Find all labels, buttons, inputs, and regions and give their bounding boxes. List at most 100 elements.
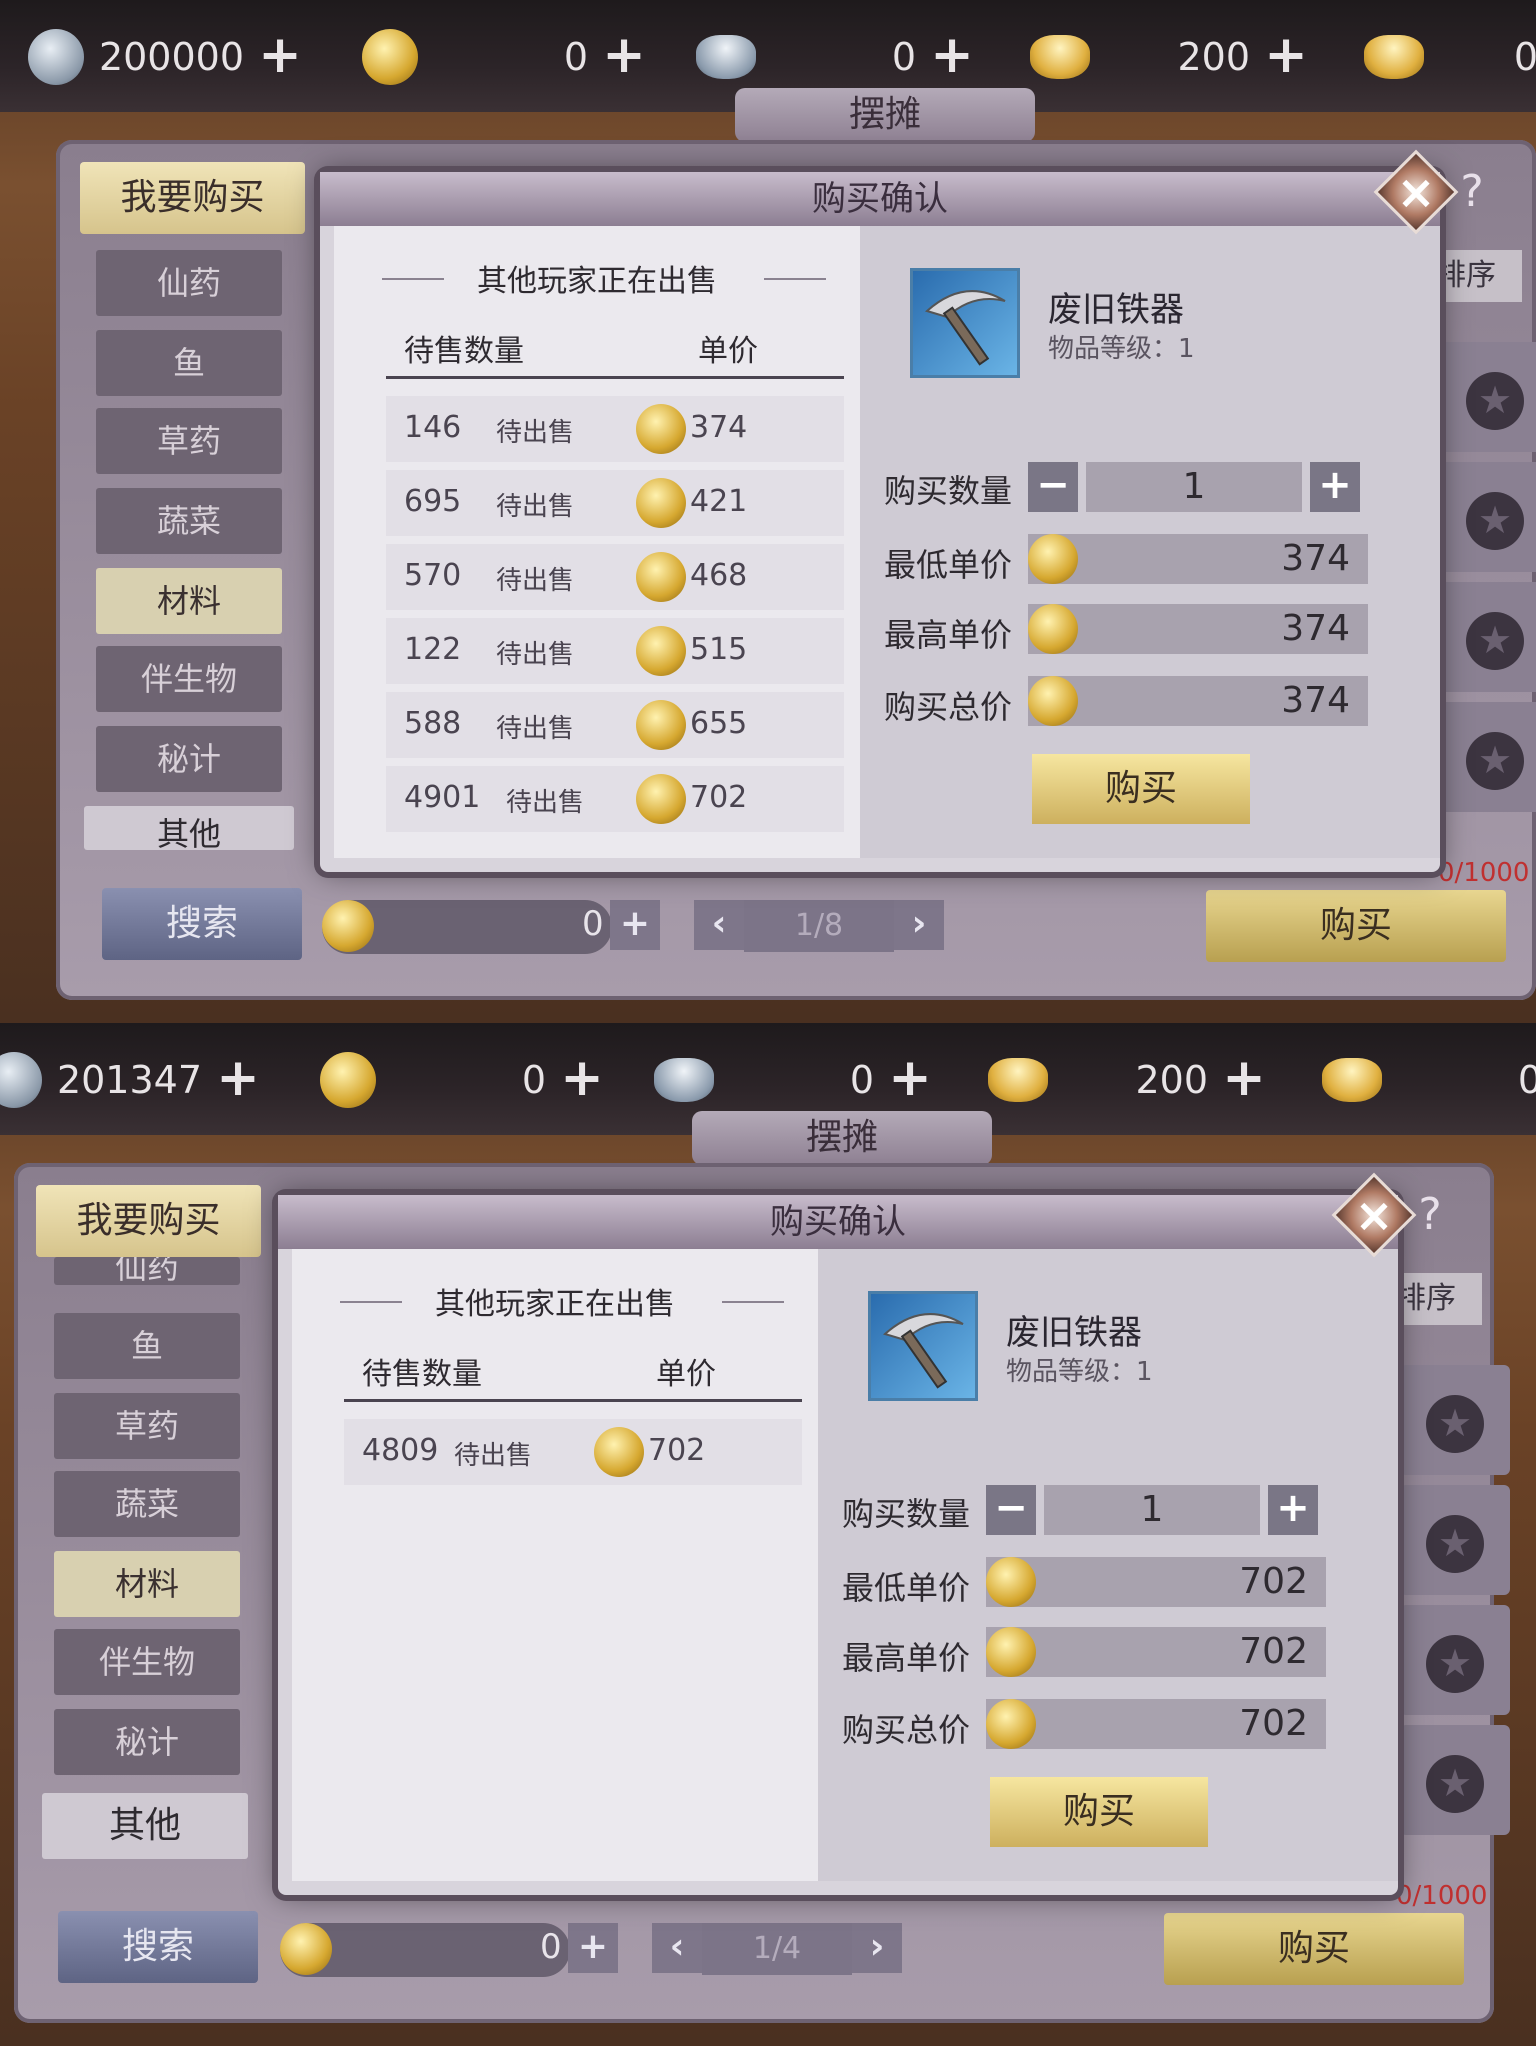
row-status: 待出售 — [496, 566, 575, 596]
row-qty: 588 — [404, 706, 462, 741]
help-icon[interactable]: ? — [1446, 166, 1498, 218]
max-price-label: 最高单价 — [884, 616, 1013, 654]
prev-page-button[interactable]: ‹ — [694, 900, 744, 950]
listing-card[interactable]: ★ — [1440, 342, 1536, 452]
listing-card[interactable]: ★ — [1440, 582, 1536, 692]
favorite-star-icon[interactable]: ★ — [1466, 612, 1524, 670]
min-price-label: 最低单价 — [842, 1569, 971, 1607]
qty-minus-button[interactable]: − — [986, 1485, 1036, 1535]
category-xianyao[interactable]: 仙药 — [54, 1257, 240, 1285]
category-other[interactable]: 其他 — [84, 806, 294, 853]
category-herb[interactable]: 草药 — [54, 1393, 240, 1459]
gold-ingot-currency: 0 — [1322, 1045, 1536, 1115]
total-price-field: 702 — [986, 1699, 1326, 1749]
buy-tab[interactable]: 我要购买 — [36, 1185, 261, 1257]
favorite-star-icon[interactable]: ★ — [1466, 372, 1524, 430]
listing-card[interactable]: ★ — [1400, 1365, 1510, 1475]
row-price: 702 — [690, 780, 748, 815]
divider — [722, 1301, 784, 1303]
next-page-button[interactable]: › — [852, 1923, 902, 1973]
category-secret[interactable]: 秘计 — [96, 726, 282, 792]
category-xianyao[interactable]: 仙药 — [96, 250, 282, 316]
qty-minus-button[interactable]: − — [1028, 462, 1078, 512]
qty-value[interactable]: 1 — [1044, 1485, 1260, 1535]
category-fish[interactable]: 鱼 — [96, 330, 282, 396]
category-fish[interactable]: 鱼 — [54, 1313, 240, 1379]
row-price: 421 — [690, 484, 748, 519]
seller-row[interactable]: 4901 待出售 702 — [386, 766, 844, 832]
category-secret[interactable]: 秘计 — [54, 1709, 240, 1775]
add-gold-button[interactable]: + — [560, 1052, 604, 1104]
row-status: 待出售 — [496, 714, 575, 744]
price-plus-button[interactable]: + — [568, 1923, 618, 1973]
gold-coin-icon — [636, 774, 686, 824]
max-price-field: 702 — [986, 1627, 1326, 1677]
favorite-star-icon[interactable]: ★ — [1426, 1395, 1484, 1453]
row-qty: 4901 — [404, 780, 481, 815]
seller-row[interactable]: 570 待出售 468 — [386, 544, 844, 610]
confirm-buy-button[interactable]: 购买 — [1032, 754, 1250, 824]
gold-coin-icon — [636, 626, 686, 676]
favorite-star-icon[interactable]: ★ — [1466, 732, 1524, 790]
buy-tab[interactable]: 我要购买 — [80, 162, 305, 234]
sort-button[interactable]: 排序 — [1392, 1273, 1482, 1325]
buy-button[interactable]: 购买 — [1164, 1913, 1464, 1985]
qty-plus-button[interactable]: + — [1268, 1485, 1318, 1535]
favorite-star-icon[interactable]: ★ — [1466, 492, 1524, 550]
sort-button[interactable]: 排序 — [1432, 250, 1522, 302]
listing-card[interactable]: ★ — [1440, 702, 1536, 812]
listing-card[interactable]: ★ — [1400, 1605, 1510, 1715]
gold-coin-icon — [280, 1923, 332, 1975]
add-locked-gold-ingot-button[interactable]: + — [1222, 1052, 1266, 1104]
favorite-star-icon[interactable]: ★ — [1426, 1515, 1484, 1573]
add-gold-button[interactable]: + — [602, 29, 646, 81]
category-material[interactable]: 材料 — [54, 1551, 240, 1617]
gold-coin-icon — [1028, 676, 1078, 726]
category-companion[interactable]: 伴生物 — [54, 1629, 240, 1695]
category-herb[interactable]: 草药 — [96, 408, 282, 474]
category-companion[interactable]: 伴生物 — [96, 646, 282, 712]
item-name: 废旧铁器 — [1006, 1313, 1142, 1353]
gold-ingot-amount: 0 — [1513, 35, 1536, 79]
page-indicator: 1/8 — [744, 900, 894, 952]
search-button[interactable]: 搜索 — [58, 1911, 258, 1983]
add-silver-ingot-button[interactable]: + — [930, 29, 974, 81]
row-status: 待出售 — [496, 640, 575, 670]
category-other[interactable]: 其他 — [42, 1793, 248, 1859]
confirm-buy-button[interactable]: 购买 — [990, 1777, 1208, 1847]
col-qty-header: 待售数量 — [362, 1357, 482, 1392]
add-silver-button[interactable]: + — [258, 29, 302, 81]
seller-row[interactable]: 146 待出售 374 — [386, 396, 844, 462]
add-locked-gold-ingot-button[interactable]: + — [1264, 29, 1308, 81]
silver-ingot-currency: 0 + — [696, 22, 974, 92]
prev-page-button[interactable]: ‹ — [652, 1923, 702, 1973]
favorite-star-icon[interactable]: ★ — [1426, 1635, 1484, 1693]
divider — [764, 278, 826, 280]
silver-ingot-icon — [654, 1058, 714, 1102]
total-price-label: 购买总价 — [884, 688, 1013, 726]
buy-button[interactable]: 购买 — [1206, 890, 1506, 962]
buy-qty-label: 购买数量 — [884, 472, 1013, 510]
category-material[interactable]: 材料 — [96, 568, 282, 634]
favorite-star-icon[interactable]: ★ — [1426, 1755, 1484, 1813]
listing-card[interactable]: ★ — [1440, 462, 1536, 572]
listing-card[interactable]: ★ — [1400, 1485, 1510, 1595]
qty-value[interactable]: 1 — [1086, 462, 1302, 512]
seller-row[interactable]: 122 待出售 515 — [386, 618, 844, 684]
category-vegetable[interactable]: 蔬菜 — [96, 488, 282, 554]
seller-row[interactable]: 695 待出售 421 — [386, 470, 844, 536]
qty-plus-button[interactable]: + — [1310, 462, 1360, 512]
price-plus-button[interactable]: + — [610, 900, 660, 950]
add-silver-button[interactable]: + — [216, 1052, 260, 1104]
category-vegetable[interactable]: 蔬菜 — [54, 1471, 240, 1537]
gold-coin-icon — [320, 1052, 376, 1108]
search-button[interactable]: 搜索 — [102, 888, 302, 960]
add-silver-ingot-button[interactable]: + — [888, 1052, 932, 1104]
help-icon[interactable]: ? — [1404, 1189, 1456, 1241]
seller-row[interactable]: 588 待出售 655 — [386, 692, 844, 758]
listing-card[interactable]: ★ — [1400, 1725, 1510, 1835]
next-page-button[interactable]: › — [894, 900, 944, 950]
min-price-field: 702 — [986, 1557, 1326, 1607]
total-price-field: 374 — [1028, 676, 1368, 726]
seller-row[interactable]: 4809 待出售 702 — [344, 1419, 802, 1485]
